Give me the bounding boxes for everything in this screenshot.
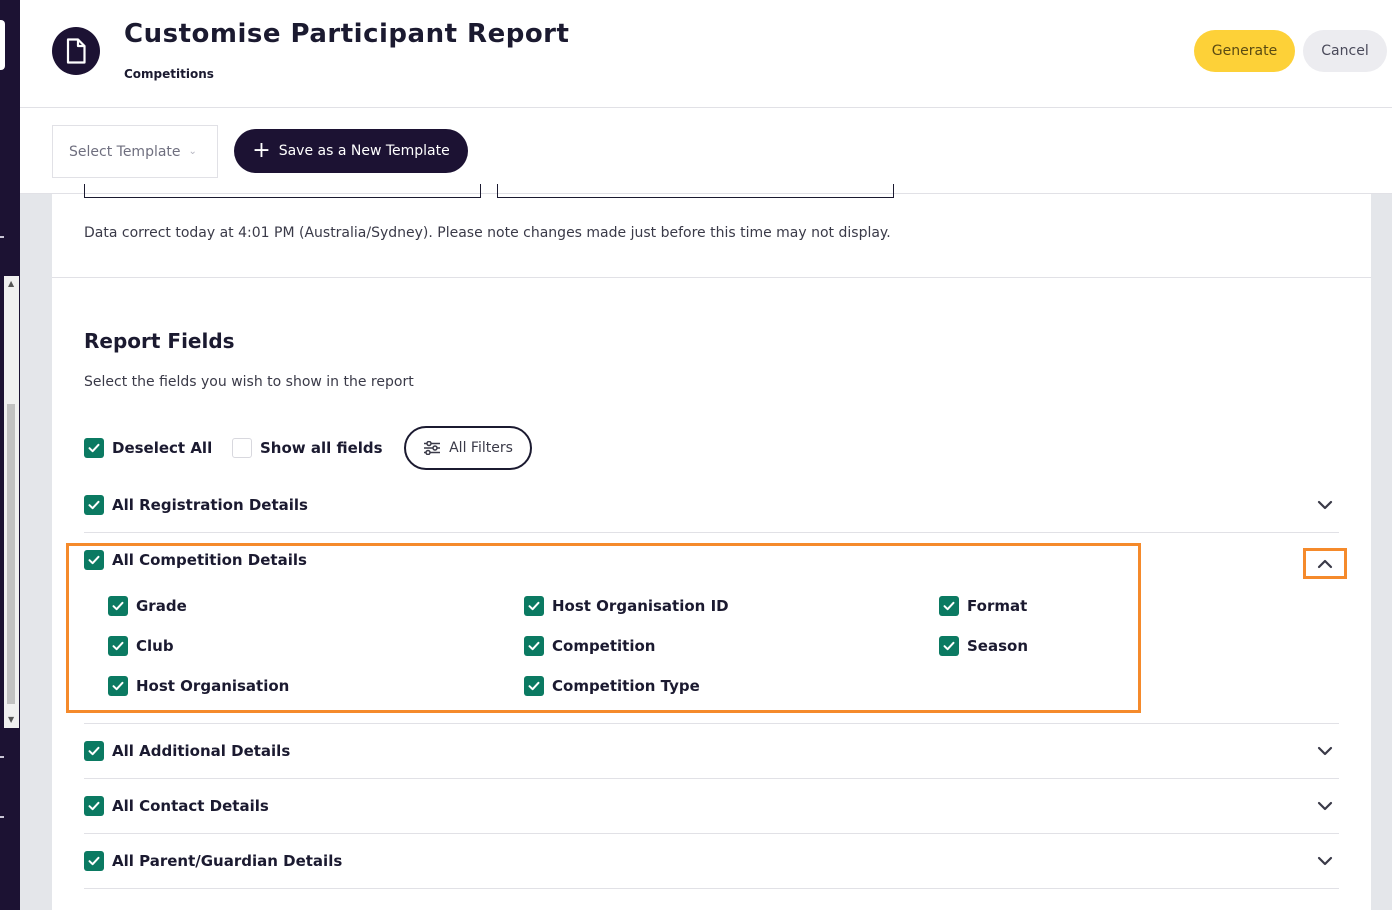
field-checkbox-format[interactable]: Format [939, 596, 1027, 616]
date-input-partial[interactable] [497, 184, 894, 198]
report-card: Data correct today at 4:01 PM (Australia… [52, 184, 1371, 910]
checkbox-checked-icon [524, 676, 544, 696]
field-checkbox-grade[interactable]: Grade [108, 596, 187, 616]
checkbox-checked-icon [524, 636, 544, 656]
checkbox-checked-icon [108, 676, 128, 696]
nav-rail-mark [0, 756, 4, 758]
page-title: Customise Participant Report [124, 19, 570, 49]
scroll-down-arrow-icon[interactable]: ▼ [8, 716, 14, 724]
field-label: Host Organisation [136, 677, 290, 695]
show-all-fields-checkbox[interactable]: Show all fields [232, 438, 383, 458]
field-checkbox-host-organisation[interactable]: Host Organisation [108, 676, 289, 696]
field-checkbox-season[interactable]: Season [939, 636, 1028, 656]
generate-button[interactable]: Generate [1194, 30, 1295, 72]
chevron-down-icon[interactable] [1315, 744, 1335, 758]
document-icon [52, 27, 100, 75]
nav-rail-active-tab[interactable] [0, 20, 5, 70]
divider [84, 833, 1339, 834]
chevron-down-icon[interactable] [1315, 854, 1335, 868]
chevron-down-icon[interactable] [1315, 799, 1335, 813]
group-checkbox-additional[interactable]: All Additional Details [84, 741, 290, 761]
divider [84, 532, 1339, 533]
field-label: Host Organisation ID [552, 597, 729, 615]
checkbox-checked-icon [939, 596, 959, 616]
section-title: Report Fields [84, 329, 235, 353]
field-label: Grade [136, 597, 187, 615]
field-label: Competition [552, 637, 656, 655]
divider [52, 277, 1371, 278]
left-nav-rail: ▲ ▼ [0, 0, 20, 910]
field-label: Competition Type [552, 677, 700, 695]
group-label: All Competition Details [112, 551, 307, 569]
divider [84, 778, 1339, 779]
nav-rail-mark [0, 236, 4, 238]
scroll-up-arrow-icon[interactable]: ▲ [8, 280, 14, 288]
deselect-all-label: Deselect All [112, 439, 213, 457]
group-label: All Additional Details [112, 742, 291, 760]
chevron-down-icon[interactable] [1315, 498, 1335, 512]
group-checkbox-parent-guardian[interactable]: All Parent/Guardian Details [84, 851, 342, 871]
checkbox-checked-icon [84, 741, 104, 761]
group-label: All Registration Details [112, 496, 308, 514]
field-checkbox-competition-type[interactable]: Competition Type [524, 676, 700, 696]
group-label: All Contact Details [112, 797, 269, 815]
divider [84, 888, 1339, 889]
checkbox-checked-icon [84, 438, 104, 458]
group-checkbox-competition[interactable]: All Competition Details [84, 550, 307, 570]
chevron-up-icon[interactable] [1303, 548, 1347, 579]
section-subtitle: Select the fields you wish to show in th… [84, 374, 414, 390]
chevron-down-icon: ⌄ [188, 146, 197, 157]
checkbox-checked-icon [108, 636, 128, 656]
group-checkbox-registration[interactable]: All Registration Details [84, 495, 308, 515]
field-checkbox-club[interactable]: Club [108, 636, 174, 656]
all-filters-label: All Filters [449, 440, 513, 456]
template-select[interactable]: Select Template ⌄ [52, 125, 218, 178]
page-header: Customise Participant Report Competition… [20, 0, 1392, 108]
template-toolbar: Select Template ⌄ + Save as a New Templa… [20, 108, 1392, 194]
cancel-button[interactable]: Cancel [1303, 30, 1387, 72]
checkbox-checked-icon [939, 636, 959, 656]
deselect-all-checkbox[interactable]: Deselect All [84, 438, 212, 458]
nav-rail-mark [0, 816, 4, 818]
template-select-placeholder: Select Template [69, 143, 181, 160]
all-filters-button[interactable]: All Filters [404, 426, 532, 470]
field-label: Season [967, 637, 1029, 655]
field-label: Format [967, 597, 1028, 615]
filters-sliders-icon [424, 441, 441, 455]
field-label: Club [136, 637, 174, 655]
nav-scrollbar[interactable]: ▲ ▼ [4, 276, 19, 728]
save-new-template-label: Save as a New Template [278, 143, 450, 159]
plus-icon: + [252, 138, 271, 163]
scrollbar-thumb[interactable] [7, 404, 15, 704]
show-all-fields-label: Show all fields [260, 439, 383, 457]
checkbox-checked-icon [84, 495, 104, 515]
data-freshness-note: Data correct today at 4:01 PM (Australia… [84, 225, 891, 241]
group-label: All Parent/Guardian Details [112, 852, 343, 870]
checkbox-checked-icon [84, 550, 104, 570]
save-new-template-button[interactable]: + Save as a New Template [234, 129, 468, 173]
checkbox-unchecked-icon [232, 438, 252, 458]
checkbox-checked-icon [108, 596, 128, 616]
page-subtitle: Competitions [124, 67, 214, 81]
field-checkbox-competition[interactable]: Competition [524, 636, 655, 656]
date-input-partial[interactable] [84, 184, 481, 198]
checkbox-checked-icon [84, 796, 104, 816]
group-checkbox-contact[interactable]: All Contact Details [84, 796, 269, 816]
field-checkbox-host-organisation-id[interactable]: Host Organisation ID [524, 596, 729, 616]
checkbox-checked-icon [84, 851, 104, 871]
checkbox-checked-icon [524, 596, 544, 616]
divider [84, 723, 1339, 724]
